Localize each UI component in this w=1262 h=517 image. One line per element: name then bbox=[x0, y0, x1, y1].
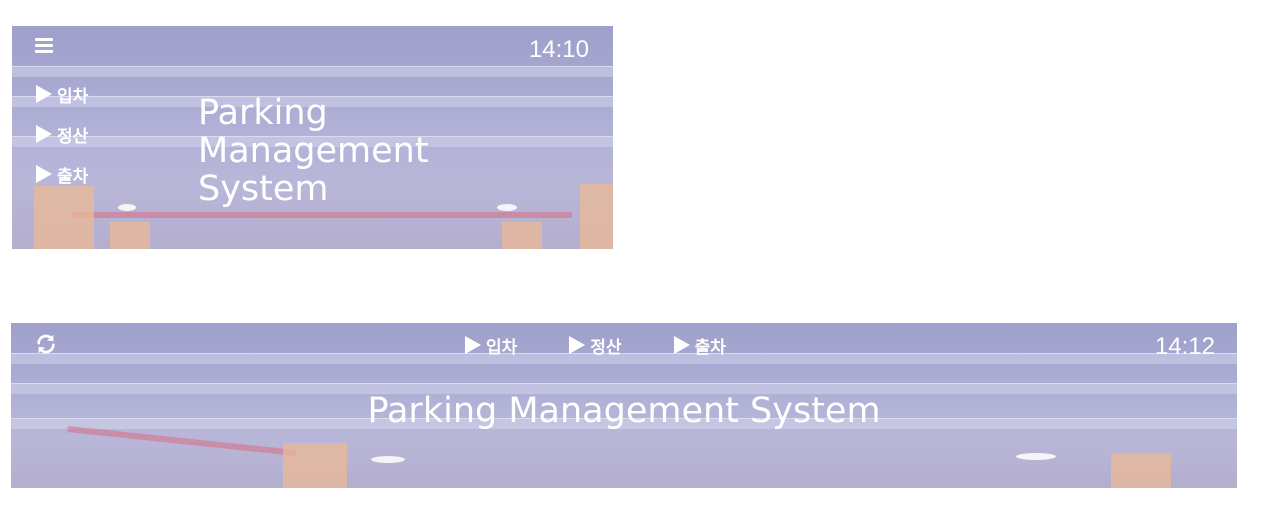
nav-label: 출차 bbox=[57, 166, 89, 187]
ceiling-lamp bbox=[1016, 453, 1056, 460]
title-line: Parking bbox=[198, 93, 328, 133]
nav-item-entry[interactable]: 입차 bbox=[36, 74, 88, 114]
parking-pillar bbox=[580, 184, 613, 249]
play-triangle-icon bbox=[36, 165, 52, 183]
ceiling-lamp bbox=[118, 204, 136, 211]
hamburger-icon[interactable] bbox=[35, 38, 53, 54]
parking-pillar bbox=[502, 222, 542, 249]
nav-item-exit[interactable]: 출차 bbox=[36, 154, 88, 194]
nav-label: 정산 bbox=[590, 337, 622, 358]
nav-item-exit[interactable]: 출차 bbox=[673, 333, 726, 358]
title-line: System bbox=[198, 169, 329, 209]
ceiling-lamp bbox=[371, 456, 405, 463]
parking-pillar bbox=[110, 222, 150, 249]
nav-item-entry[interactable]: 입차 bbox=[465, 333, 518, 358]
nav-menu-horizontal: 입차 정산 출차 bbox=[465, 333, 778, 358]
refresh-icon[interactable] bbox=[35, 333, 57, 355]
nav-label: 입차 bbox=[486, 337, 518, 358]
play-triangle-icon bbox=[36, 125, 52, 143]
page-title: Parking Management System bbox=[198, 94, 429, 208]
clock-display: 14:10 bbox=[528, 36, 589, 63]
ceiling-beam bbox=[12, 66, 613, 77]
play-triangle-icon bbox=[465, 336, 481, 354]
nav-item-payment[interactable]: 정산 bbox=[36, 114, 88, 154]
nav-item-payment[interactable]: 정산 bbox=[569, 333, 622, 358]
nav-label: 입차 bbox=[57, 86, 89, 107]
parking-pillar bbox=[283, 443, 347, 488]
play-triangle-icon bbox=[569, 336, 586, 354]
nav-label: 정산 bbox=[57, 126, 89, 147]
title-line: Management bbox=[198, 131, 429, 171]
play-triangle-icon bbox=[673, 336, 690, 354]
play-triangle-icon bbox=[36, 85, 52, 103]
compact-header-panel: 14:10 입차 정산 출차 Parking Management System bbox=[12, 26, 613, 249]
parking-pillar bbox=[34, 186, 94, 249]
red-stripe bbox=[72, 212, 572, 218]
nav-label: 출차 bbox=[694, 337, 726, 358]
nav-menu-vertical: 입차 정산 출차 bbox=[36, 74, 88, 194]
page-title: Parking Management System bbox=[367, 391, 881, 431]
clock-display: 14:12 bbox=[1154, 333, 1215, 360]
parking-pillar bbox=[1111, 453, 1171, 488]
wide-header-panel: 입차 정산 출차 14:12 Parking Management System bbox=[11, 323, 1237, 488]
ceiling-lamp bbox=[497, 204, 517, 211]
